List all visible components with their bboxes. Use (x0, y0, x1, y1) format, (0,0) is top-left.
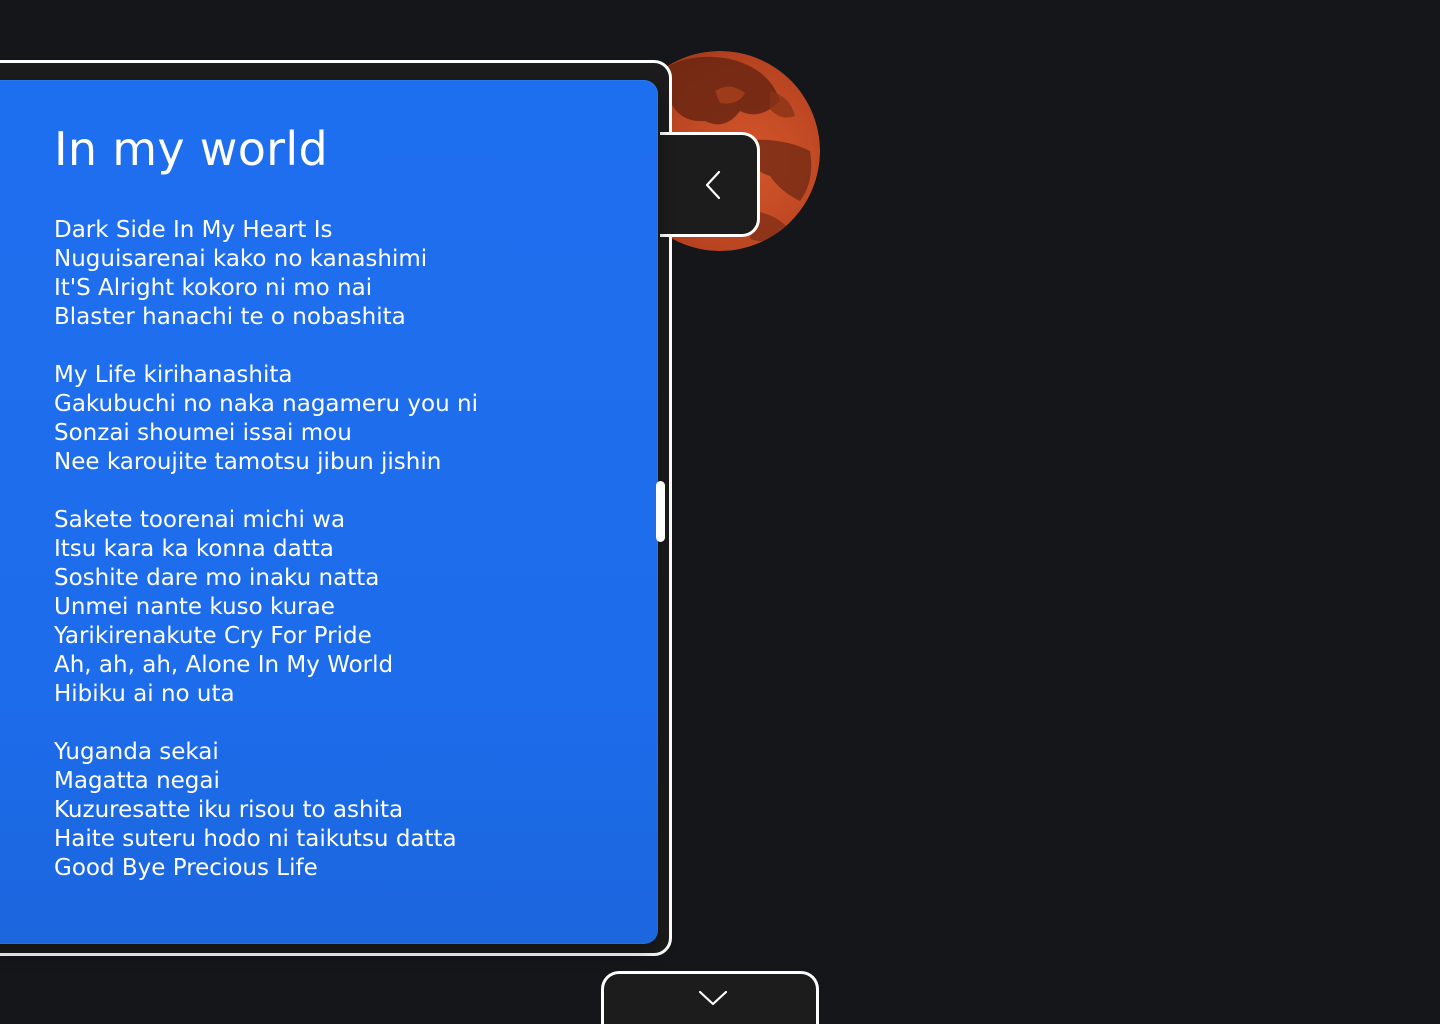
lyric-line: Gakubuchi no naka nagameru you ni (54, 391, 478, 417)
lyric-line: Kuzuresatte iku risou to ashita (54, 797, 404, 823)
lyrics-viewer: In my world Dark Side In My Heart Is Nug… (0, 0, 1440, 1024)
lyric-line: Ah, ah, ah, Alone In My World (54, 652, 394, 678)
lyric-line: Sakete toorenai michi wa (54, 507, 346, 533)
lyric-line: Sonzai shoumei issai mou (54, 420, 352, 446)
lyric-line: Yuganda sekai (54, 739, 219, 765)
lyric-line: Blaster hanachi te o nobashita (54, 304, 406, 330)
lyric-line: Nuguisarenai kako no kanashimi (54, 246, 428, 272)
lyric-line: My Life kirihanashita (54, 362, 293, 388)
lyrics-stanza: Dark Side In My Heart Is Nuguisarenai ka… (54, 216, 614, 332)
lyric-line: Hibiku ai no uta (54, 681, 235, 707)
lyric-line: Itsu kara ka konna datta (54, 536, 334, 562)
lyric-line: Magatta negai (54, 768, 220, 794)
lyrics-stanza: My Life kirihanashita Gakubuchi no naka … (54, 361, 614, 477)
collapse-panel-button[interactable] (660, 132, 760, 237)
lyrics-body: Dark Side In My Heart Is Nuguisarenai ka… (54, 216, 614, 912)
expand-down-button[interactable] (601, 971, 819, 1024)
lyrics-scrollbar-thumb[interactable] (656, 481, 665, 542)
song-title: In my world (54, 122, 328, 176)
chevron-left-icon (694, 170, 724, 200)
lyric-line: Good Bye Precious Life (54, 855, 318, 881)
lyric-line: Soshite dare mo inaku natta (54, 565, 380, 591)
lyric-line: It'S Alright kokoro ni mo nai (54, 275, 373, 301)
lyrics-stanza: Sakete toorenai michi wa Itsu kara ka ko… (54, 506, 614, 709)
lyric-line: Unmei nante kuso kurae (54, 594, 335, 620)
lyrics-stanza: Yuganda sekai Magatta negai Kuzuresatte … (54, 738, 614, 883)
lyric-line: Haite suteru hodo ni taikutsu datta (54, 826, 457, 852)
lyric-line: Yarikirenakute Cry For Pride (54, 623, 372, 649)
lyric-line: Dark Side In My Heart Is (54, 217, 333, 243)
lyric-line: Nee karoujite tamotsu jibun jishin (54, 449, 442, 475)
